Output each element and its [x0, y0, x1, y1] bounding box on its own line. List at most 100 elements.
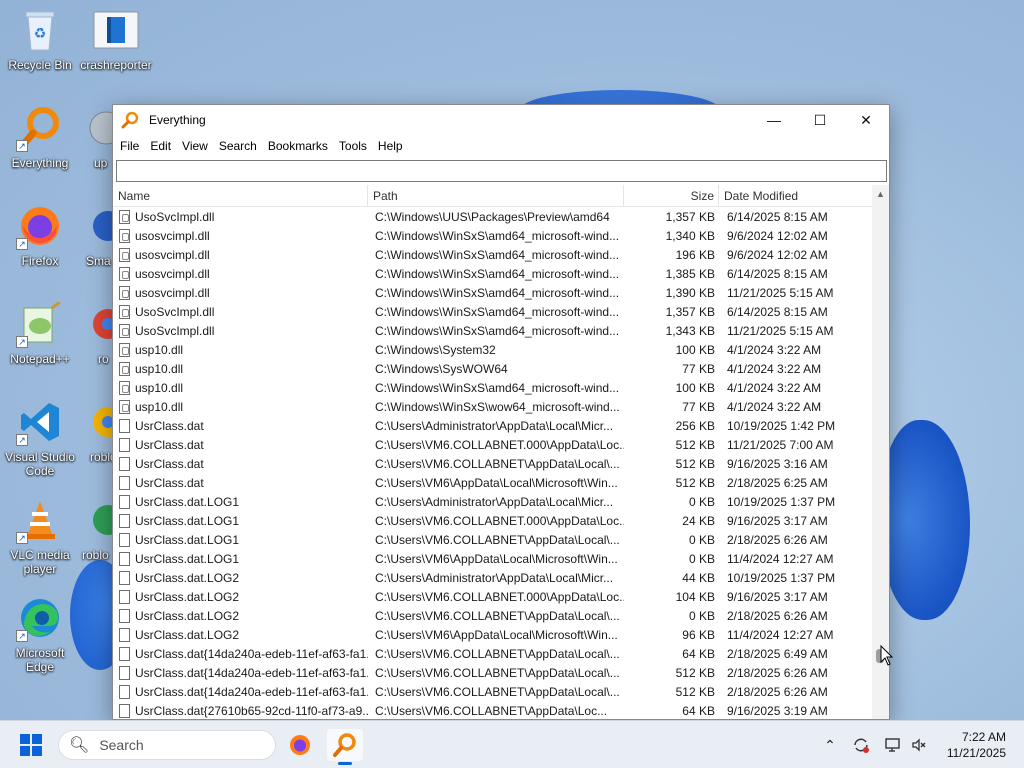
window-title: Everything	[149, 113, 206, 127]
table-row[interactable]: UsoSvcImpl.dll C:\Windows\WinSxS\amd64_mi…	[113, 302, 873, 321]
svg-text:♻: ♻	[34, 25, 47, 41]
cell-date-modified: 2/18/2025 6:26 AM	[727, 665, 828, 680]
file-name: UsrClass.dat{14da240a-edeb-11ef-af63-fa1…	[135, 684, 368, 699]
table-row[interactable]: UsrClass.dat.LOG1 C:\Users\VM6.COLLABNET.…	[113, 511, 873, 530]
cell-name: UsrClass.dat{14da240a-edeb-11ef-af63-fa1…	[113, 684, 368, 699]
cell-name: UsrClass.dat	[113, 475, 368, 490]
cell-path: C:\Windows\SysWOW64	[375, 361, 508, 376]
table-row[interactable]: UsrClass.dat C:\Users\VM6.COLLABNET.000\A…	[113, 435, 873, 454]
desktop-icon-firefox[interactable]: ↗ Firefox	[2, 202, 78, 268]
column-header-path[interactable]: Path	[368, 184, 624, 207]
table-row[interactable]: UsoSvcImpl.dll C:\Windows\WinSxS\amd64_mi…	[113, 321, 873, 340]
cell-name: UsrClass.dat{14da240a-edeb-11ef-af63-fa1…	[113, 646, 368, 661]
chevron-up-icon: ⌃	[824, 736, 836, 753]
table-row[interactable]: UsrClass.dat C:\Users\VM6.COLLABNET\AppDa…	[113, 454, 873, 473]
cell-path: C:\Users\VM6.COLLABNET.000\AppData\Loc..…	[375, 589, 624, 604]
file-name: UsrClass.dat{14da240a-edeb-11ef-af63-fa1…	[135, 665, 368, 680]
tray-volume-icon[interactable]	[908, 721, 930, 768]
cell-path: C:\Users\VM6.COLLABNET\AppData\Local\...	[375, 456, 620, 471]
menu-search[interactable]: Search	[218, 139, 265, 153]
cell-name: UsrClass.dat.LOG1	[113, 494, 368, 509]
title-bar[interactable]: Everything — ☐ ✕	[113, 105, 889, 135]
cell-date-modified: 4/1/2024 3:22 AM	[727, 399, 822, 414]
table-row[interactable]: UsoSvcImpl.dll C:\Windows\UUS\Packages\Pr…	[113, 207, 873, 226]
taskbar-search-box[interactable]: 🔍︎ Search	[58, 730, 276, 760]
table-row[interactable]: usosvcimpl.dll C:\Windows\WinSxS\amd64_mi…	[113, 245, 873, 264]
start-button[interactable]	[20, 734, 42, 756]
taskbar-clock[interactable]: 7:22 AM 11/21/2025	[947, 729, 1006, 761]
show-hidden-icons-button[interactable]: ⌃	[820, 721, 840, 768]
table-row[interactable]: UsrClass.dat{27610b65-92cd-11f0-af73-a9.…	[113, 701, 873, 719]
desktop-icon-vlc[interactable]: ↗ VLC media player	[2, 496, 78, 576]
desktop-icon-recycle-bin[interactable]: ♻ Recycle Bin	[2, 6, 78, 72]
taskbar-app-everything[interactable]	[327, 729, 363, 765]
shortcut-arrow-icon: ↗	[16, 434, 28, 446]
table-row[interactable]: usp10.dll C:\Windows\SysWOW64 77 KB 4/1/202…	[113, 359, 873, 378]
vertical-scrollbar[interactable]: ▲	[872, 185, 889, 719]
file-icon	[119, 551, 130, 566]
file-icon	[119, 418, 130, 433]
cell-name: UsrClass.dat.LOG1	[113, 551, 368, 566]
table-row[interactable]: UsrClass.dat.LOG1 C:\Users\VM6\AppData\Lo…	[113, 549, 873, 568]
table-row[interactable]: UsrClass.dat{14da240a-edeb-11ef-af63-fa1…	[113, 682, 873, 701]
table-row[interactable]: usosvcimpl.dll C:\Windows\WinSxS\amd64_mi…	[113, 283, 873, 302]
table-row[interactable]: UsrClass.dat{14da240a-edeb-11ef-af63-fa1…	[113, 663, 873, 682]
tray-network-icon[interactable]	[882, 721, 904, 768]
dll-file-icon	[119, 323, 130, 338]
table-row[interactable]: usp10.dll C:\Windows\WinSxS\amd64_microso…	[113, 378, 873, 397]
desktop-icon-roblo-1[interactable]: roblo	[80, 398, 114, 464]
column-header-name[interactable]: Name	[113, 184, 368, 207]
table-row[interactable]: UsrClass.dat.LOG2 C:\Users\Administrator\…	[113, 568, 873, 587]
menu-tools[interactable]: Tools	[338, 139, 375, 153]
table-row[interactable]: usosvcimpl.dll C:\Windows\WinSxS\amd64_mi…	[113, 264, 873, 283]
menu-edit[interactable]: Edit	[149, 139, 179, 153]
table-row[interactable]: UsrClass.dat{14da240a-edeb-11ef-af63-fa1…	[113, 644, 873, 663]
desktop-icon-notepadpp[interactable]: ↗ Notepad++	[2, 300, 78, 366]
table-row[interactable]: UsrClass.dat.LOG1 C:\Users\Administrator\…	[113, 492, 873, 511]
desktop-icon-everything[interactable]: ↗ Everything	[2, 104, 78, 170]
desktop-icon-vscode[interactable]: ↗ Visual Studio Code	[2, 398, 78, 478]
column-header-date-modified[interactable]: Date Modified	[719, 185, 873, 207]
scroll-up-arrow-icon[interactable]: ▲	[872, 185, 889, 202]
menu-bookmarks[interactable]: Bookmarks	[267, 139, 336, 153]
desktop-icon-sma[interactable]: Sma	[80, 202, 114, 268]
table-row[interactable]: usosvcimpl.dll C:\Windows\WinSxS\amd64_mi…	[113, 226, 873, 245]
desktop-icon-crashreporter[interactable]: crashreporter	[78, 6, 154, 72]
table-row[interactable]: UsrClass.dat.LOG2 C:\Users\VM6.COLLABNET\…	[113, 606, 873, 625]
menu-help[interactable]: Help	[377, 139, 411, 153]
tray-update-icon[interactable]	[850, 721, 872, 768]
desktop-icon-edge[interactable]: ↗ Microsoft Edge	[2, 594, 78, 674]
minimize-button[interactable]: —	[751, 105, 797, 135]
table-row[interactable]: UsrClass.dat.LOG2 C:\Users\VM6.COLLABNET.…	[113, 587, 873, 606]
table-row[interactable]: UsrClass.dat C:\Users\Administrator\AppDa…	[113, 416, 873, 435]
close-button[interactable]: ✕	[843, 105, 889, 135]
maximize-button[interactable]: ☐	[797, 105, 843, 135]
search-input[interactable]	[116, 160, 887, 182]
file-name: usosvcimpl.dll	[135, 266, 210, 281]
column-header-size[interactable]: Size	[624, 184, 719, 207]
table-row[interactable]: usp10.dll C:\Windows\WinSxS\wow64_microso…	[113, 397, 873, 416]
chrome-icon	[80, 398, 114, 446]
table-row[interactable]: UsrClass.dat.LOG2 C:\Users\VM6\AppData\Lo…	[113, 625, 873, 644]
cell-date-modified: 2/18/2025 6:25 AM	[727, 475, 828, 490]
volume-muted-icon	[912, 738, 926, 752]
windows-logo-icon	[32, 746, 42, 756]
desktop-icon-ro[interactable]: ro	[80, 300, 114, 366]
desktop-icon-up[interactable]: up	[80, 104, 114, 170]
table-row[interactable]: UsrClass.dat C:\Users\VM6\AppData\Local\M…	[113, 473, 873, 492]
menu-file[interactable]: File	[119, 139, 147, 153]
file-name: usp10.dll	[135, 361, 184, 376]
table-row[interactable]: UsrClass.dat.LOG1 C:\Users\VM6.COLLABNET\…	[113, 530, 873, 549]
table-row[interactable]: usp10.dll C:\Windows\System32 100 KB 4/1/20…	[113, 340, 873, 359]
dll-file-icon	[119, 209, 130, 224]
taskbar-app-firefox[interactable]	[282, 729, 318, 761]
cell-date-modified: 11/4/2024 12:27 AM	[727, 551, 834, 566]
cell-size: 104 KB	[675, 589, 715, 604]
search-icon: 🔍︎	[69, 737, 90, 754]
cell-name: usp10.dll	[113, 399, 368, 414]
cell-size: 0 KB	[688, 608, 715, 623]
cell-date-modified: 9/16/2025 3:17 AM	[727, 589, 828, 604]
menu-view[interactable]: View	[181, 139, 216, 153]
desktop-icon-roblo-2[interactable]: roblo	[80, 496, 114, 562]
file-icon	[119, 703, 130, 718]
